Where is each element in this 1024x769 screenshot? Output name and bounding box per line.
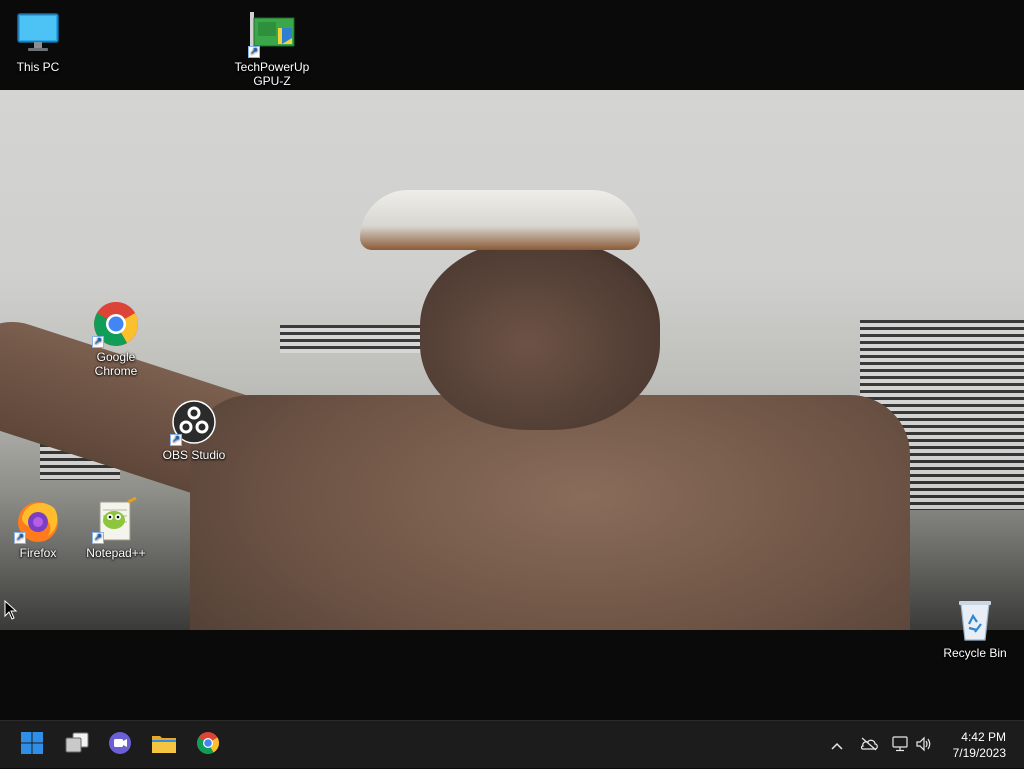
- monitor-icon: [14, 10, 62, 58]
- desktop-icon-label: TechPowerUp GPU-Z: [234, 60, 310, 88]
- folder-icon: [151, 732, 177, 759]
- chrome-icon: ↗: [92, 300, 140, 348]
- clock-date: 7/19/2023: [952, 746, 1006, 760]
- taskbar-clock[interactable]: 4:42 PM 7/19/2023: [953, 729, 1006, 761]
- desktop-icon-label: This PC: [16, 60, 60, 74]
- network-tray-button[interactable]: [888, 721, 912, 769]
- desktop-icon-recycle-bin[interactable]: Recycle Bin: [937, 596, 1013, 660]
- notepadpp-icon: ↗: [92, 496, 140, 544]
- clock-time: 4:42 PM: [961, 730, 1006, 744]
- desktop-icon-obs[interactable]: ↗ OBS Studio: [156, 398, 232, 462]
- shortcut-arrow-icon: ↗: [92, 532, 104, 544]
- windows-start-icon: [20, 731, 44, 760]
- shortcut-arrow-icon: ↗: [14, 532, 26, 544]
- recycle-bin-icon: [951, 596, 999, 644]
- gpuz-icon: ↗: [248, 10, 296, 58]
- task-view-button[interactable]: [59, 727, 95, 763]
- chrome-icon: [196, 731, 220, 760]
- volume-tray-button[interactable]: [912, 721, 936, 769]
- shortcut-arrow-icon: ↗: [248, 46, 260, 58]
- desktop-icon-firefox[interactable]: ↗ Firefox: [0, 496, 76, 560]
- speaker-icon: [915, 736, 933, 755]
- desktop-icon-gpuz[interactable]: ↗ TechPowerUp GPU-Z: [234, 10, 310, 88]
- desktop-icon-label: Notepad++: [86, 546, 146, 560]
- show-hidden-icons-button[interactable]: [826, 721, 848, 769]
- onedrive-tray-button[interactable]: [856, 721, 882, 769]
- chat-icon: [108, 731, 132, 760]
- desktop-icon-label: Firefox: [19, 546, 57, 560]
- firefox-icon: ↗: [14, 496, 62, 544]
- mouse-cursor-icon: [4, 599, 18, 620]
- desktop-icon-chrome[interactable]: ↗ Google Chrome: [78, 300, 154, 378]
- taskbar-chrome-button[interactable]: [190, 727, 226, 763]
- desktop-icon-label: Recycle Bin: [943, 646, 1007, 660]
- shortcut-arrow-icon: ↗: [92, 336, 104, 348]
- start-button[interactable]: [14, 727, 50, 763]
- file-explorer-button[interactable]: [146, 727, 182, 763]
- desktop-icon-notepadpp[interactable]: ↗ Notepad++: [78, 496, 154, 560]
- cloud-offline-icon: [859, 737, 879, 754]
- obs-icon: ↗: [170, 398, 218, 446]
- chat-button[interactable]: [102, 727, 138, 763]
- desktop[interactable]: This PC ↗ TechPowerUp GPU-Z ↗ Google Chr…: [0, 0, 1024, 720]
- desktop-icon-label: Google Chrome: [94, 350, 138, 378]
- chevron-up-icon: [831, 738, 843, 753]
- network-icon: [891, 735, 909, 755]
- desktop-icon-label: OBS Studio: [162, 448, 226, 462]
- desktop-icon-this-pc[interactable]: This PC: [0, 10, 76, 74]
- task-view-icon: [64, 731, 90, 760]
- taskbar: 4:42 PM 7/19/2023: [0, 720, 1024, 768]
- shortcut-arrow-icon: ↗: [170, 434, 182, 446]
